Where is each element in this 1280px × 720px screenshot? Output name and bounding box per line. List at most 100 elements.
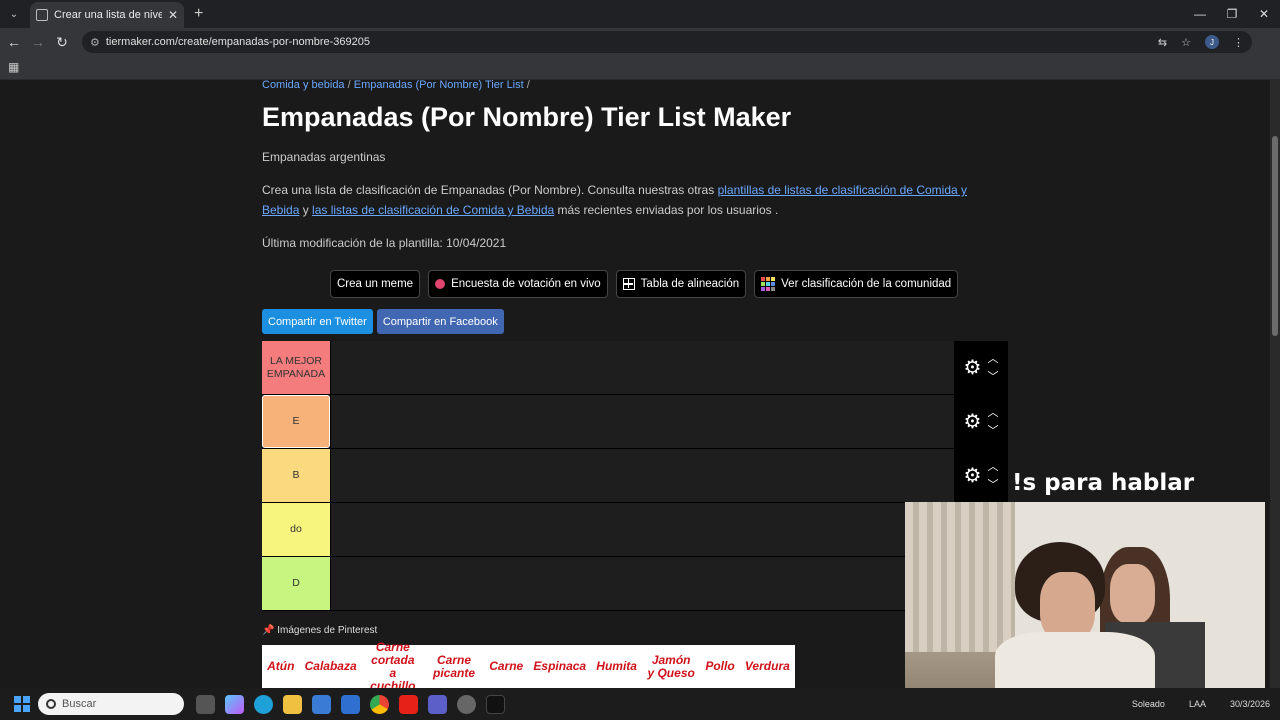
chrome-icon[interactable] — [370, 694, 389, 714]
language-indicator[interactable]: LAA — [1189, 699, 1206, 709]
breadcrumb-tierlist[interactable]: Empanadas (Por Nombre) Tier List — [354, 80, 524, 91]
search-placeholder: Buscar — [62, 698, 97, 710]
empanada-item: Espinaca — [533, 659, 587, 673]
page-subtitle: Empanadas argentinas — [262, 150, 386, 164]
live-poll-label: Encuesta de votación en vivo — [451, 278, 601, 290]
tier-controls: ⚙ ︿ ﹀ — [954, 395, 1008, 448]
tier-controls: ⚙ ︿ ﹀ — [954, 449, 1008, 502]
alignment-chart-button[interactable]: Tabla de alineación — [615, 270, 747, 298]
page-scrollbar[interactable] — [1270, 80, 1280, 688]
tier-label[interactable]: D — [262, 557, 330, 610]
share-facebook-button[interactable]: Compartir en Facebook — [376, 309, 504, 334]
tier-drop-zone[interactable] — [330, 341, 954, 394]
task-view-icon[interactable] — [196, 694, 215, 714]
back-icon[interactable]: ← — [2, 34, 26, 50]
chevron-down-icon[interactable]: ﹀ — [987, 368, 998, 386]
empanada-item: Verdura — [744, 659, 790, 673]
desc-text: Crea una lista de clasificación de Empan… — [262, 183, 718, 197]
tier-label[interactable]: E — [262, 395, 330, 448]
stream-overlay-text: !s para hablar — [1012, 470, 1195, 496]
chevron-up-icon[interactable]: ︿ — [987, 404, 998, 422]
tab-favicon-icon — [36, 9, 48, 21]
tiktok-icon[interactable] — [486, 694, 505, 714]
new-tab-icon[interactable]: + — [194, 5, 203, 23]
last-modified: Última modificación de la plantilla: 10/… — [262, 236, 507, 250]
system-tray: Soleado LAA 30/3/2026 — [1132, 699, 1270, 709]
grid-icon — [622, 278, 635, 290]
chevron-up-icon[interactable]: ︿ — [987, 458, 998, 476]
url-text[interactable]: tiermaker.com/create/empanadas-por-nombr… — [106, 36, 1144, 48]
tier-label[interactable]: LA MEJOR EMPANADA — [262, 341, 330, 394]
desc-lists-link[interactable]: las listas de clasificación de Comida y … — [312, 203, 554, 217]
tab-active[interactable]: Crear una lista de niveles de em ✕ — [30, 2, 184, 28]
clock-date[interactable]: 30/3/2026 — [1230, 699, 1270, 709]
tab-search-icon[interactable]: ⌄ — [0, 0, 28, 28]
restore-icon[interactable]: ❐ — [1216, 0, 1248, 28]
action-buttons: Crea un meme Encuesta de votación en viv… — [330, 270, 959, 298]
windows-start-icon[interactable] — [14, 696, 30, 712]
gear-icon[interactable]: ⚙ — [964, 355, 982, 380]
taskbar-search[interactable]: Buscar — [38, 693, 184, 715]
bookmarks-bar: ▦ — [0, 56, 1280, 80]
tier-label[interactable]: do — [262, 503, 330, 556]
chevron-up-icon[interactable]: ︿ — [987, 350, 998, 368]
translate-icon[interactable]: ⇆ — [1158, 36, 1167, 49]
copilot-icon[interactable] — [225, 694, 244, 714]
tier-drop-zone[interactable] — [330, 557, 954, 610]
page-title: Empanadas (Por Nombre) Tier List Maker — [262, 102, 792, 132]
minimize-icon[interactable]: — — [1184, 0, 1216, 28]
site-info-icon[interactable]: ⚙ — [90, 36, 100, 49]
store-icon[interactable] — [312, 694, 331, 714]
empanada-item: Carne cortada a cuchillo — [370, 639, 416, 688]
community-label: Ver clasificación de la comunidad — [781, 278, 952, 290]
empanada-item: Jamón y Queso — [647, 652, 695, 680]
windows-taskbar: Buscar Soleado LAA 30/3/2026 — [0, 688, 1280, 720]
scrollbar-thumb[interactable] — [1272, 136, 1278, 336]
live-dot-icon — [435, 279, 446, 289]
breadcrumb-food[interactable]: Comida y bebida — [262, 80, 345, 91]
mosaic-icon — [761, 277, 776, 291]
youtube-icon[interactable] — [399, 694, 418, 714]
pinterest-image[interactable]: Atún Calabaza Carne cortada a cuchillo C… — [262, 640, 795, 688]
desc-text: y — [299, 203, 313, 217]
taskbar-apps — [196, 694, 505, 714]
edge-icon[interactable] — [254, 694, 273, 714]
empanada-item: Humita — [596, 659, 637, 673]
create-meme-button[interactable]: Crea un meme — [330, 270, 421, 298]
settings-icon[interactable] — [457, 694, 476, 714]
bookmark-star-icon[interactable]: ☆ — [1181, 36, 1191, 49]
search-icon — [46, 699, 56, 709]
tab-title: Crear una lista de niveles de em — [54, 9, 162, 21]
forward-icon[interactable]: → — [26, 34, 50, 50]
profile-avatar[interactable]: J — [1205, 35, 1219, 49]
live-poll-button[interactable]: Encuesta de votación en vivo — [428, 270, 608, 298]
share-buttons: Compartir en Twitter Compartir en Facebo… — [262, 309, 504, 334]
tier-drop-zone[interactable] — [330, 395, 954, 448]
weather-label: Soleado — [1131, 699, 1165, 709]
breadcrumb-separator: / — [523, 80, 530, 91]
teams-icon[interactable] — [428, 694, 447, 714]
tier-list: LA MEJOR EMPANADA ⚙ ︿ ﹀ E ⚙ ︿ ﹀ B ⚙ ︿ ﹀ do — [262, 341, 1008, 611]
chevron-down-icon[interactable]: ﹀ — [987, 422, 998, 440]
chevron-down-icon[interactable]: ﹀ — [987, 476, 998, 494]
apps-grid-icon[interactable]: ▦ — [8, 60, 19, 74]
window-controls: — ❐ ✕ — [1184, 0, 1280, 28]
omnibox[interactable]: ⚙ tiermaker.com/create/empanadas-por-nom… — [82, 31, 1252, 53]
tier-label[interactable]: B — [262, 449, 330, 502]
tier-drop-zone[interactable] — [330, 503, 954, 556]
breadcrumb: Comida y bebida / Empanadas (Por Nombre)… — [262, 80, 530, 91]
gear-icon[interactable]: ⚙ — [964, 463, 982, 488]
community-rank-button[interactable]: Ver clasificación de la comunidad — [754, 270, 959, 298]
mail-icon[interactable] — [341, 694, 360, 714]
gear-icon[interactable]: ⚙ — [964, 409, 982, 434]
tier-drop-zone[interactable] — [330, 449, 954, 502]
reload-icon[interactable]: ↻ — [50, 34, 74, 51]
tab-close-icon[interactable]: ✕ — [168, 8, 178, 22]
file-explorer-icon[interactable] — [283, 694, 302, 714]
breadcrumb-separator: / — [344, 80, 354, 91]
menu-kebab-icon[interactable]: ⋮ — [1233, 36, 1244, 49]
close-window-icon[interactable]: ✕ — [1248, 0, 1280, 28]
webcam-overlay — [905, 502, 1265, 705]
alignment-label: Tabla de alineación — [640, 278, 740, 290]
share-twitter-button[interactable]: Compartir en Twitter — [262, 309, 373, 334]
